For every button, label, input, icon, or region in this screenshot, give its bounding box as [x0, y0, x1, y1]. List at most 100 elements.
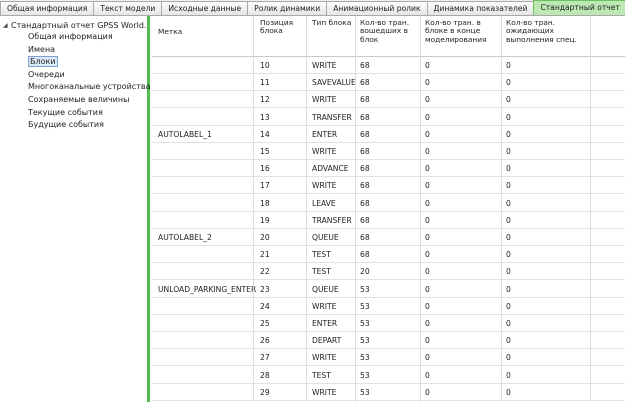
cell-type: QUEUE	[312, 233, 339, 242]
cell-entered: 68	[360, 78, 370, 88]
cell-entered: 53	[360, 284, 370, 294]
tree-item[interactable]: Сохраняемые величины	[0, 94, 147, 107]
table-row[interactable]: 28 TEST 53 0 0	[152, 367, 625, 384]
cell-position: 10	[260, 61, 270, 70]
cell-position: 14	[260, 129, 270, 139]
table-row[interactable]: 12 WRITE 68 0 0	[152, 91, 625, 109]
tab-3[interactable]: Ролик динамики	[247, 1, 328, 15]
table-row[interactable]: 27 WRITE 53 0 0	[152, 349, 625, 367]
cell-waiting: 0	[506, 336, 511, 346]
table-row[interactable]: 18 LEAVE 68 0 0	[152, 195, 625, 212]
cell-waiting: 0	[506, 233, 511, 242]
cell-remaining: 0	[425, 112, 430, 122]
cell-entered: 68	[360, 198, 370, 208]
cell-remaining: 0	[425, 95, 430, 105]
table-row[interactable]: 22 TEST 20 0 0	[152, 263, 625, 281]
cell-entered: 68	[360, 61, 370, 70]
cell-type: TEST	[312, 250, 331, 260]
cell-label: AUTOLABEL_2	[158, 233, 212, 242]
cell-entered: 53	[360, 387, 370, 397]
tab-6[interactable]: Стандартный отчет	[533, 0, 625, 15]
tree-root[interactable]: ◢ Стандартный отчет GPSS World.	[0, 20, 147, 31]
table-row[interactable]: AUTOLABEL_2 20 QUEUE 68 0 0	[152, 229, 625, 246]
cell-entered: 68	[360, 95, 370, 105]
table-row[interactable]: 19 TRANSFER 68 0 0	[152, 212, 625, 229]
table-row[interactable]: 17 WRITE 68 0 0	[152, 177, 625, 195]
table-row[interactable]: AUTOLABEL_1 14 ENTER 68 0 0	[152, 126, 625, 143]
cell-waiting: 0	[506, 95, 511, 105]
cell-type: LEAVE	[312, 198, 336, 208]
header-remaining[interactable]: Кол-во тран. в блоке в конце моделирован…	[425, 18, 499, 44]
cell-type: WRITE	[312, 301, 337, 311]
cell-position: 21	[260, 250, 270, 260]
column-divider	[253, 16, 254, 402]
header-type[interactable]: Тип блока	[312, 18, 352, 27]
cell-waiting: 0	[506, 250, 511, 260]
cell-waiting: 0	[506, 147, 511, 156]
tree-item-label: Очереди	[28, 69, 65, 79]
cell-type: DEPART	[312, 336, 342, 346]
table-row[interactable]: 11 SAVEVALUE 68 0 0	[152, 74, 625, 92]
tree-item[interactable]: Текущие события	[0, 107, 147, 120]
tree-item[interactable]: Многоканальные устройства	[0, 81, 150, 94]
tree-item-label: Будущие события	[28, 120, 104, 130]
cell-type: WRITE	[312, 147, 337, 156]
tree-item-label: Сохраняемые величины	[28, 94, 130, 104]
cell-position: 22	[260, 267, 270, 277]
cell-position: 24	[260, 301, 270, 311]
tab-1[interactable]: Текст модели	[93, 1, 163, 15]
cell-entered: 68	[360, 129, 370, 139]
tab-5[interactable]: Динамика показателей	[426, 1, 535, 15]
cell-entered: 53	[360, 319, 370, 328]
cell-entered: 68	[360, 250, 370, 260]
cell-position: 17	[260, 181, 270, 191]
table-row[interactable]: 26 DEPART 53 0 0	[152, 332, 625, 350]
cell-type: SAVEVALUE	[312, 78, 356, 88]
collapse-triangle-icon[interactable]: ◢	[3, 22, 11, 29]
tab-0[interactable]: Общая информация	[0, 1, 95, 15]
tree-item[interactable]: Очереди	[0, 69, 147, 82]
cell-type: TEST	[312, 267, 331, 277]
cell-entered: 68	[360, 181, 370, 191]
header-position[interactable]: Позиция блока	[260, 18, 304, 36]
tab-2[interactable]: Исходные данные	[161, 1, 249, 15]
table-row[interactable]: 24 WRITE 53 0 0	[152, 298, 625, 315]
header-label[interactable]: Метка	[158, 27, 182, 36]
table-row[interactable]: 10 WRITE 68 0 0	[152, 57, 625, 74]
cell-type: TEST	[312, 370, 331, 380]
tree-item[interactable]: Имена	[0, 44, 147, 57]
tab-4[interactable]: Анимационный ролик	[326, 1, 428, 15]
tree-item-label: Имена	[28, 44, 56, 54]
tree-root-label: Стандартный отчет GPSS World.	[11, 21, 147, 30]
cell-position: 19	[260, 215, 270, 225]
cell-waiting: 0	[506, 129, 511, 139]
tree-item[interactable]: Общая информация	[0, 31, 147, 44]
table-row[interactable]: 16 ADVANCE 68 0 0	[152, 160, 625, 178]
cell-entered: 68	[360, 164, 370, 174]
tree-item-label: Общая информация	[28, 32, 113, 41]
cell-waiting: 0	[506, 370, 511, 380]
cell-remaining: 0	[425, 129, 430, 139]
table-row[interactable]: 21 TEST 68 0 0	[152, 246, 625, 264]
blocks-table: Метка Позиция блока Тип блока Кол-во тра…	[152, 16, 625, 402]
cell-remaining: 0	[425, 181, 430, 191]
cell-remaining: 0	[425, 387, 430, 397]
cell-remaining: 0	[425, 198, 430, 208]
table-row[interactable]: 13 TRANSFER 68 0 0	[152, 109, 625, 126]
cell-remaining: 0	[425, 319, 430, 328]
table-row[interactable]: 15 WRITE 68 0 0	[152, 143, 625, 160]
cell-remaining: 0	[425, 164, 430, 174]
cell-position: 29	[260, 387, 270, 397]
tree-item[interactable]: Будущие события	[0, 119, 147, 132]
header-waiting[interactable]: Кол-во тран. ожидающих выполнения спец.	[506, 18, 586, 44]
header-entered[interactable]: Кол-во тран. вошедших в блок	[360, 18, 418, 44]
cell-type: WRITE	[312, 181, 337, 191]
cell-position: 25	[260, 319, 270, 328]
table-row[interactable]: 25 ENTER 53 0 0	[152, 315, 625, 332]
table-row[interactable]: 29 WRITE 53 0 0	[152, 384, 625, 401]
table-row[interactable]: UNLOAD_PARKING_ENTER 23 QUEUE 53 0 0	[152, 281, 625, 298]
cell-remaining: 0	[425, 233, 430, 242]
tree-item[interactable]: Блоки	[0, 56, 147, 69]
cell-waiting: 0	[506, 78, 511, 88]
cell-waiting: 0	[506, 319, 511, 328]
